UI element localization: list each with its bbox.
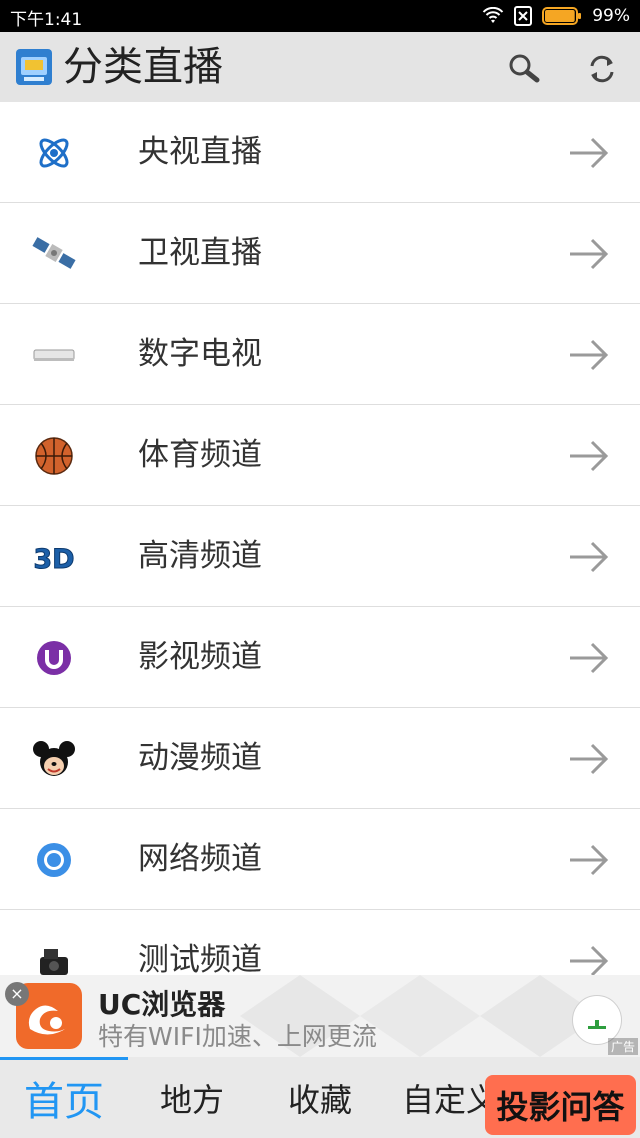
page-title: 分类直播 [63,44,223,90]
arrow-right-icon [570,743,609,775]
browser-icon [32,839,76,881]
tab-custom[interactable]: 自定义 [402,1057,498,1138]
satellite-icon [32,233,76,275]
ad-banner[interactable]: × UC浏览器 特有WIFI加速、上网更流 广告 [0,975,640,1057]
list-item-test[interactable]: 测试频道 [0,910,640,975]
refresh-button[interactable] [583,50,621,88]
refresh-icon [590,55,614,83]
download-icon [588,1020,606,1029]
promo-button[interactable]: 投影问答 [485,1075,636,1135]
tab-home[interactable]: 首页 [24,1057,104,1138]
arrow-right-icon [570,945,609,975]
list-item-label: 测试频道 [138,942,262,975]
list-item-label: 体育频道 [138,437,262,473]
list-item-hd[interactable]: 3D 高清频道 [0,506,640,607]
search-icon [509,54,540,83]
status-icons: 99% [482,4,630,28]
arrow-right-icon [570,339,609,371]
app-bar: 分类直播 [0,32,640,102]
app-logo-icon [16,49,52,85]
arrow-right-icon [570,440,609,472]
list-item-anime[interactable]: 动漫频道 [0,708,640,809]
list-item-satellite[interactable]: 卫视直播 [0,203,640,304]
list-item-cctv[interactable]: 央视直播 [0,102,640,203]
list-item-movies[interactable]: 影视频道 [0,607,640,708]
list-item-digital-tv[interactable]: 数字电视 [0,304,640,405]
battery-icon [542,7,582,25]
3d-icon: 3D [32,536,76,578]
arrow-right-icon [570,541,609,573]
arrow-right-icon [570,642,609,674]
status-time: 下午1:41 [10,10,83,30]
ad-subtitle: 特有WIFI加速、上网更流 [98,1022,377,1051]
list-item-label: 高清频道 [138,538,262,574]
arrow-right-icon [570,238,609,270]
ad-label: 广告 [607,1038,638,1055]
battery-percent: 99% [592,6,630,26]
arrow-right-icon [570,844,609,876]
movie-logo-icon [32,637,76,679]
atom-icon [32,132,76,174]
tab-favorites[interactable]: 收藏 [288,1057,352,1138]
arrow-right-icon [570,137,609,169]
search-button[interactable] [505,50,543,88]
svg-text:3D: 3D [33,544,74,575]
mickey-icon [32,738,76,780]
list-item-sports[interactable]: 体育频道 [0,405,640,506]
list-item-label: 网络频道 [138,841,262,877]
no-sim-icon [514,6,533,26]
list-item-label: 动漫频道 [138,740,262,776]
camera-icon [32,940,76,975]
basketball-icon [32,435,76,477]
status-bar: 下午1:41 99% [0,0,640,32]
set-top-box-icon [32,334,76,376]
category-list: 央视直播 卫视直播 数字电视 体育频道 3D 高清频道 影视频道 动漫频道 网络… [0,102,640,975]
list-item-label: 影视频道 [138,639,262,675]
tab-local[interactable]: 地方 [160,1057,224,1138]
ad-close-button[interactable]: × [5,982,29,1006]
list-item-label: 卫视直播 [138,235,262,271]
list-item-label: 数字电视 [138,336,262,372]
battery-fill [545,10,575,22]
list-item-label: 央视直播 [138,134,262,170]
wifi-icon [482,7,504,23]
list-item-network[interactable]: 网络频道 [0,809,640,910]
